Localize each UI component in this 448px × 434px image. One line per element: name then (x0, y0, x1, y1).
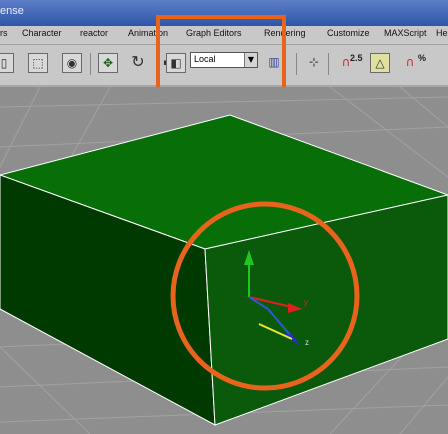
rotate-icon[interactable]: ↻ (128, 53, 148, 73)
gizmo-y-label: y (304, 298, 308, 307)
percent-snap-icon[interactable]: ∩ (400, 53, 420, 73)
highlight-annotation (156, 15, 286, 98)
angle-snap-icon[interactable]: △ (370, 53, 390, 73)
menu-item-help[interactable]: He (436, 28, 448, 38)
snap-percent-label: % (418, 53, 427, 63)
select-region-icon[interactable]: ▯ (0, 53, 14, 73)
window-crossing-icon[interactable]: ◉ (62, 53, 82, 73)
perspective-viewport[interactable]: y z (0, 87, 448, 434)
move-icon[interactable]: ✥ (98, 53, 118, 73)
region-select-icon[interactable]: ⬚ (28, 53, 48, 73)
menu-item-customize[interactable]: Customize (327, 28, 370, 38)
toolbar-separator (296, 53, 297, 75)
menu-item-reactor[interactable]: reactor (80, 28, 108, 38)
menu-item-maxscript[interactable]: MAXScript (384, 28, 427, 38)
snap-angle-label: 2.5 (350, 53, 363, 63)
window-title: ense (0, 5, 24, 17)
menu-item-character[interactable]: Character (22, 28, 62, 38)
gizmo-z-label: z (305, 338, 309, 347)
toolbar-separator (90, 53, 91, 75)
select-manipulate-icon[interactable]: ⊹ (304, 53, 324, 73)
toolbar-separator (328, 53, 329, 75)
menu-item-rs[interactable]: rs (0, 28, 8, 38)
